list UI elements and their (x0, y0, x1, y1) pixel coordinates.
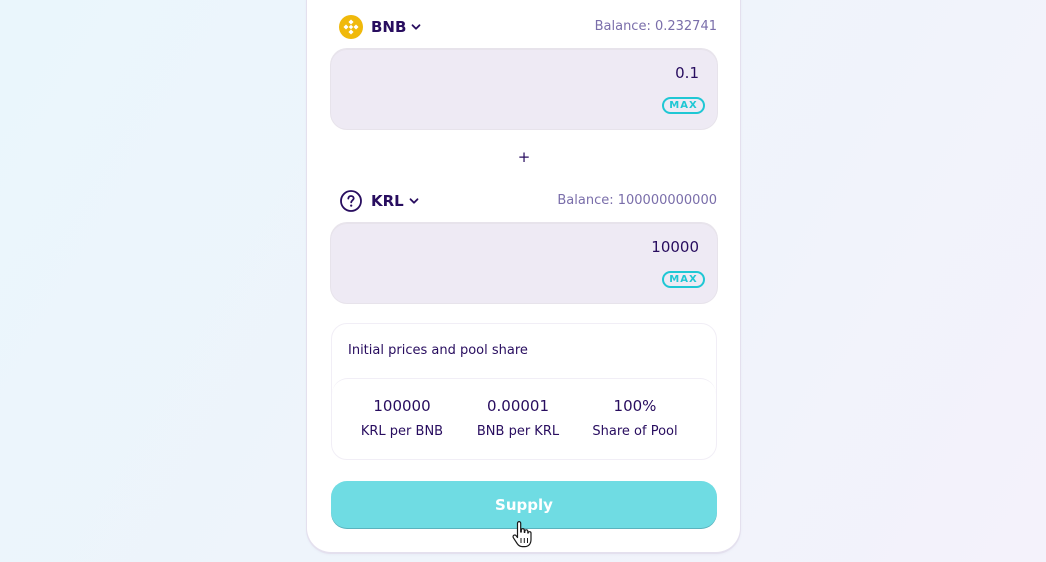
token-b-amount-box: MAX (331, 223, 717, 303)
chevron-down-icon (412, 24, 421, 30)
plus-icon: + (517, 148, 531, 166)
stat-krl-per-bnb: 100000 KRL per BNB (342, 397, 462, 439)
pool-info-title: Initial prices and pool share (348, 343, 528, 358)
token-b-max-button[interactable]: MAX (662, 271, 705, 288)
hand-pointer-icon (512, 521, 532, 548)
stat-value: 100% (613, 397, 657, 415)
stat-label: KRL per BNB (360, 424, 444, 439)
chevron-down-icon (409, 198, 419, 204)
token-a-header: BNB Balance: 0.232741 (339, 14, 717, 40)
pool-info-panel: Initial prices and pool share 100000 KRL… (331, 323, 717, 460)
stat-bnb-per-krl: 0.00001 BNB per KRL (458, 397, 578, 439)
stat-value: 0.00001 (486, 397, 550, 415)
token-b-selector[interactable]: KRL (339, 188, 420, 214)
token-a-symbol: BNB (371, 18, 407, 36)
token-b-amount-input[interactable] (397, 237, 701, 257)
token-a-amount-input[interactable] (397, 63, 701, 83)
stat-share-of-pool: 100% Share of Pool (575, 397, 695, 439)
stat-label: BNB per KRL (476, 424, 560, 439)
stat-value: 100000 (373, 397, 431, 415)
token-a-amount-box: MAX (331, 49, 717, 129)
token-a-balance: Balance: 0.232741 (594, 19, 717, 34)
token-b-balance: Balance: 100000000000 (557, 193, 717, 208)
stat-label: Share of Pool (592, 424, 678, 439)
unknown-token-icon (340, 190, 362, 212)
bnb-logo-icon (339, 15, 363, 39)
token-b-symbol: KRL (371, 192, 404, 210)
token-a-max-button[interactable]: MAX (662, 97, 705, 114)
token-b-header: KRL Balance: 100000000000 (339, 188, 717, 214)
pool-stats: 100000 KRL per BNB 0.00001 BNB per KRL 1… (332, 378, 716, 461)
token-a-selector[interactable]: BNB (339, 14, 422, 40)
